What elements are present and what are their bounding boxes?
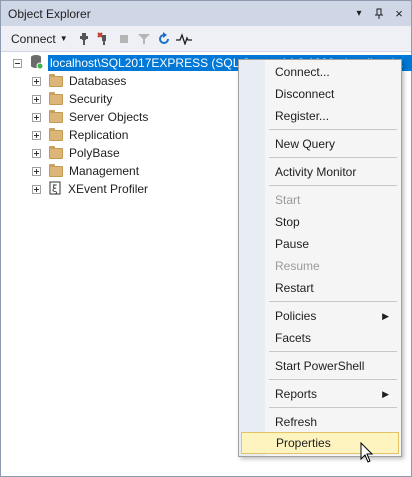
menu-item-stop[interactable]: Stop [241, 212, 399, 232]
menu-separator [269, 185, 397, 186]
object-explorer-window: Object Explorer ▾ × Connect ▼ localhost\… [0, 0, 412, 477]
chevron-down-icon: ▼ [59, 34, 68, 43]
submenu-arrow-icon: ▶ [382, 311, 389, 321]
connect-button[interactable]: Connect ▼ [11, 32, 68, 46]
filter-icon[interactable] [134, 29, 154, 49]
tree-node-xevent-profiler[interactable]: ξ XEvent Profiler [32, 180, 148, 198]
connect-object-explorer-icon[interactable] [74, 29, 94, 49]
menu-item-activity-monitor[interactable]: Activity Monitor [241, 162, 399, 182]
toolbar: Connect ▼ [1, 26, 411, 52]
activity-monitor-icon[interactable] [174, 29, 194, 49]
tree-node-label: Server Objects [69, 110, 149, 124]
expand-icon[interactable] [32, 112, 41, 122]
menu-item-facets[interactable]: Facets [241, 328, 399, 348]
folder-icon [49, 91, 63, 105]
menu-separator [269, 301, 397, 302]
title-bar: Object Explorer ▾ × [1, 1, 411, 26]
tree-node-management[interactable]: Management [32, 162, 139, 180]
mouse-cursor-icon [360, 441, 376, 467]
folder-icon [49, 127, 63, 141]
menu-item-refresh[interactable]: Refresh [241, 412, 399, 432]
expand-icon[interactable] [32, 130, 41, 140]
context-menu: Connect... Disconnect Register... New Qu… [238, 59, 402, 457]
svg-text:ξ: ξ [52, 184, 58, 195]
menu-separator [269, 379, 397, 380]
tree-node-label: PolyBase [69, 146, 120, 160]
collapse-icon[interactable] [13, 58, 22, 68]
expand-icon[interactable] [32, 148, 41, 158]
server-icon [30, 54, 44, 73]
menu-item-connect[interactable]: Connect... [241, 62, 399, 82]
refresh-icon[interactable] [154, 29, 174, 49]
menu-item-register[interactable]: Register... [241, 106, 399, 126]
menu-separator [269, 351, 397, 352]
tree-node-server-objects[interactable]: Server Objects [32, 108, 148, 126]
menu-item-restart[interactable]: Restart [241, 278, 399, 298]
window-dropdown-icon[interactable]: ▾ [351, 6, 367, 22]
menu-separator [269, 157, 397, 158]
tree-node-label: Databases [69, 74, 127, 88]
expand-icon[interactable] [32, 166, 41, 176]
folder-icon [49, 109, 63, 123]
menu-separator [269, 407, 397, 408]
xevent-profiler-icon: ξ [49, 181, 62, 198]
menu-item-reports[interactable]: Reports ▶ [241, 384, 399, 404]
pin-icon[interactable] [371, 6, 387, 22]
folder-icon [49, 73, 63, 87]
menu-item-policies[interactable]: Policies ▶ [241, 306, 399, 326]
disconnect-icon[interactable] [94, 29, 114, 49]
menu-item-start[interactable]: Start [241, 190, 399, 210]
tree-node-label: XEvent Profiler [68, 182, 149, 196]
tree-node-security[interactable]: Security [32, 90, 112, 108]
menu-item-resume[interactable]: Resume [241, 256, 399, 276]
tree-node-label: Security [69, 92, 113, 106]
tree-node-databases[interactable]: Databases [32, 72, 126, 90]
submenu-arrow-icon: ▶ [382, 389, 389, 399]
folder-icon [49, 145, 63, 159]
menu-item-new-query[interactable]: New Query [241, 134, 399, 154]
tree-node-label: Replication [69, 128, 129, 142]
menu-separator [269, 129, 397, 130]
tree-node-label: Management [69, 164, 140, 178]
window-title: Object Explorer [8, 6, 91, 21]
expand-icon[interactable] [32, 184, 41, 194]
stop-icon[interactable] [114, 29, 134, 49]
tree-node-replication[interactable]: Replication [32, 126, 128, 144]
menu-item-start-powershell[interactable]: Start PowerShell [241, 356, 399, 376]
close-icon[interactable]: × [391, 6, 407, 22]
menu-item-disconnect[interactable]: Disconnect [241, 84, 399, 104]
folder-icon [49, 163, 63, 177]
expand-icon[interactable] [32, 76, 41, 86]
expand-icon[interactable] [32, 94, 41, 104]
tree-node-polybase[interactable]: PolyBase [32, 144, 120, 162]
connect-label: Connect [11, 31, 56, 46]
menu-item-pause[interactable]: Pause [241, 234, 399, 254]
